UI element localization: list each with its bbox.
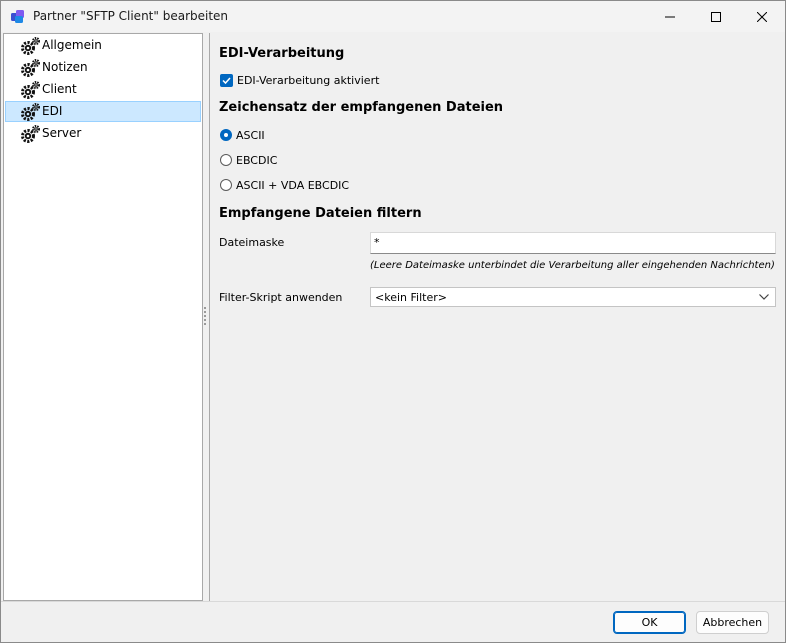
- charset-radio-ascii[interactable]: [220, 129, 232, 141]
- minimize-icon: [665, 16, 675, 17]
- gears-icon: [21, 125, 40, 143]
- maximize-icon: [711, 11, 721, 22]
- section-title-filter: Empfangene Dateien filtern: [219, 206, 422, 221]
- tree-item-allgemein[interactable]: Allgemein: [5, 35, 201, 56]
- cubes-icon: [11, 10, 24, 23]
- file-mask-input[interactable]: *: [370, 232, 776, 254]
- charset-radio-ebcdic[interactable]: [220, 154, 232, 166]
- tree-item-label: EDI: [42, 104, 63, 118]
- file-mask-label: Dateimaske: [219, 236, 285, 249]
- panel-splitter[interactable]: [202, 33, 208, 601]
- close-button[interactable]: [739, 1, 785, 32]
- dialog-footer: OK Abbrechen: [1, 601, 785, 642]
- gears-icon: [21, 59, 40, 77]
- minimize-button[interactable]: [647, 1, 693, 32]
- filter-script-value: <kein Filter>: [375, 291, 447, 304]
- cancel-button[interactable]: Abbrechen: [696, 611, 769, 634]
- filter-script-select[interactable]: <kein Filter>: [370, 287, 776, 307]
- gears-icon: [21, 103, 40, 121]
- tree-item-edi[interactable]: EDI: [5, 101, 201, 122]
- charset-radio-ascii-vda-ebcdic[interactable]: [220, 179, 232, 191]
- maximize-button[interactable]: [693, 1, 739, 32]
- checkmark-icon: [222, 77, 231, 85]
- charset-label-ascii-vda-ebcdic[interactable]: ASCII + VDA EBCDIC: [236, 179, 349, 192]
- tree-item-server[interactable]: Server: [5, 123, 201, 144]
- window-title: Partner "SFTP Client" bearbeiten: [33, 9, 229, 23]
- section-title-charset: Zeichensatz der empfangenen Dateien: [219, 100, 504, 115]
- tree-item-label: Server: [42, 126, 82, 140]
- close-icon: [757, 11, 767, 22]
- chevron-down-icon: [759, 294, 769, 300]
- tree-item-notizen[interactable]: Notizen: [5, 57, 201, 78]
- edi-settings-panel: EDI-Verarbeitung EDI-Verarbeitung aktivi…: [209, 33, 785, 601]
- tree-item-label: Notizen: [42, 60, 88, 74]
- gears-icon: [21, 37, 40, 55]
- charset-label-ebcdic[interactable]: EBCDIC: [236, 154, 277, 167]
- ok-button[interactable]: OK: [613, 611, 686, 634]
- title-bar[interactable]: Partner "SFTP Client" bearbeiten: [1, 1, 785, 32]
- charset-label-ascii[interactable]: ASCII: [236, 129, 265, 142]
- category-tree[interactable]: Allgemein Notizen Client EDI Server: [3, 33, 203, 601]
- tree-item-label: Allgemein: [42, 38, 102, 52]
- dialog-window: Partner "SFTP Client" bearbeiten Allgeme…: [0, 0, 786, 643]
- edi-enabled-checkbox[interactable]: [220, 74, 233, 87]
- edi-enabled-label[interactable]: EDI-Verarbeitung aktiviert: [237, 74, 379, 87]
- splitter-grip[interactable]: [204, 307, 206, 327]
- gears-icon: [21, 81, 40, 99]
- section-title-edi: EDI-Verarbeitung: [219, 46, 345, 61]
- tree-item-label: Client: [42, 82, 77, 96]
- filter-script-label: Filter-Skript anwenden: [219, 291, 343, 304]
- tree-item-client[interactable]: Client: [5, 79, 201, 100]
- file-mask-hint: (Leere Dateimaske unterbindet die Verarb…: [370, 260, 775, 271]
